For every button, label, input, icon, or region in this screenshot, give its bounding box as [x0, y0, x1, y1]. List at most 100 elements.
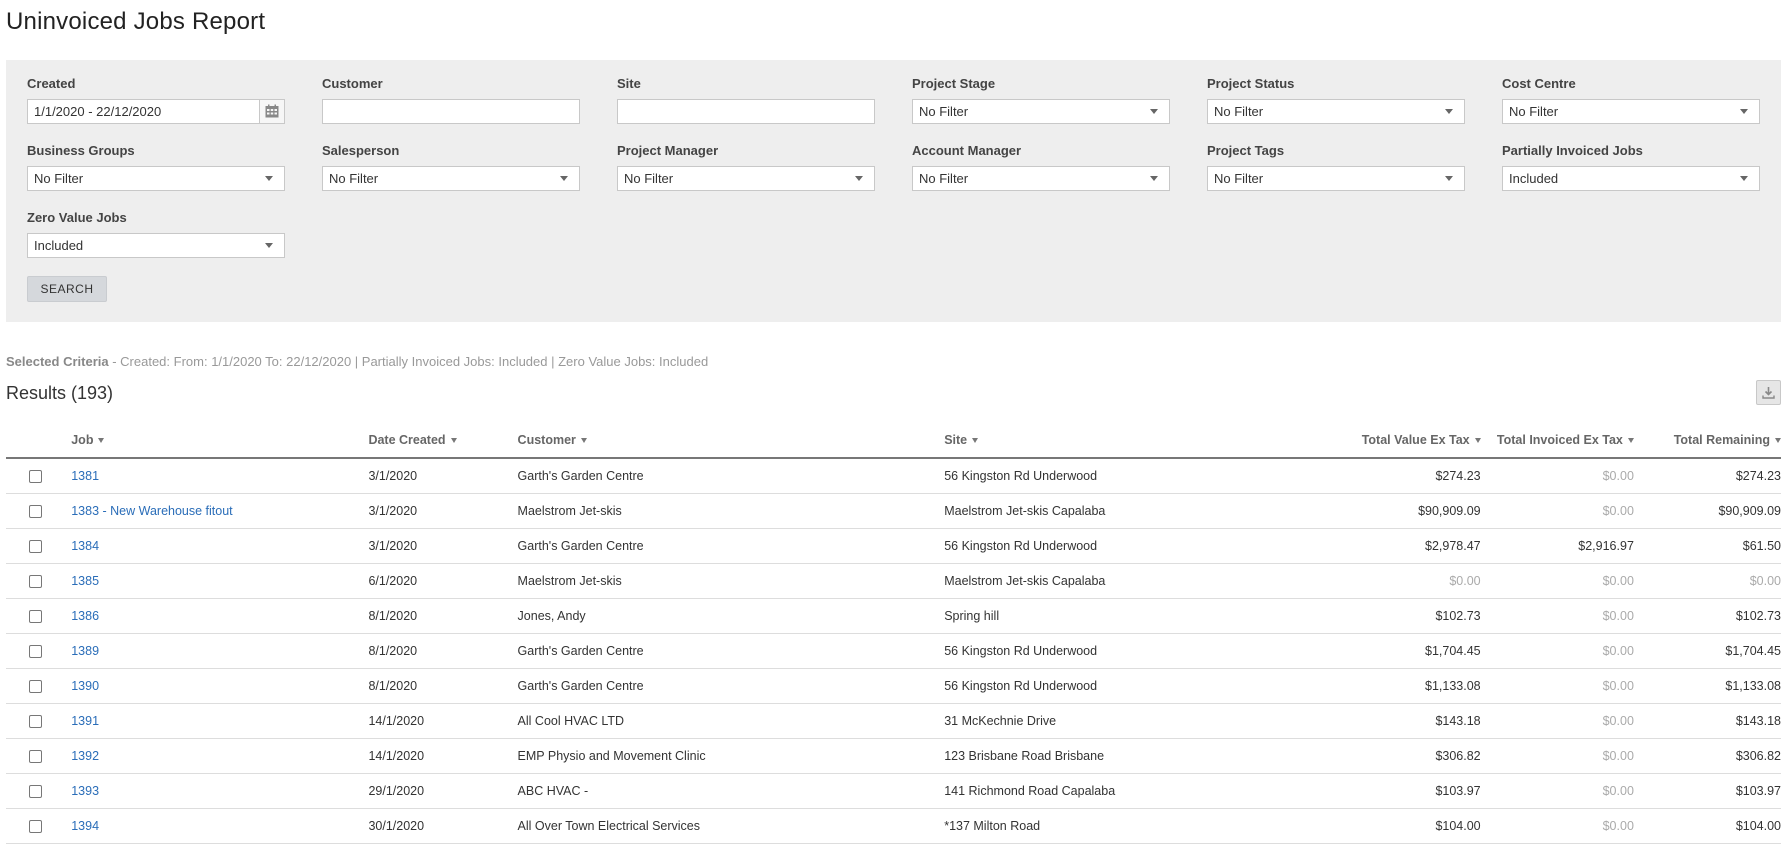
job-cell: 1385: [71, 563, 369, 599]
row-checkbox[interactable]: [29, 574, 42, 588]
site-cell: 56 Kingston Rd Underwood: [944, 633, 1286, 669]
row-checkbox[interactable]: [29, 609, 42, 623]
site-input[interactable]: [617, 99, 875, 124]
created-date-value: 1/1/2020 - 22/12/2020: [34, 104, 162, 119]
job-cell: 1390: [71, 668, 369, 704]
row-checkbox[interactable]: [29, 539, 42, 553]
created-field: Created 1/1/2020 - 22/12/2020: [27, 76, 285, 124]
project-status-value: No Filter: [1214, 104, 1264, 119]
created-date-input[interactable]: 1/1/2020 - 22/12/2020: [27, 99, 285, 124]
job-link[interactable]: 1381: [71, 469, 99, 483]
results-title: Results (193): [6, 383, 114, 403]
job-link[interactable]: 1392: [71, 749, 99, 763]
customer-cell: Garth's Garden Centre: [517, 633, 945, 669]
business-groups-select[interactable]: No Filter: [27, 166, 285, 191]
customer-column-header[interactable]: Customer: [517, 422, 945, 459]
project-status-select[interactable]: No Filter: [1207, 99, 1465, 124]
salesperson-value: No Filter: [329, 171, 379, 186]
customer-input[interactable]: [322, 99, 580, 124]
job-link[interactable]: 1394: [71, 819, 99, 833]
total-remaining-column-header[interactable]: Total Remaining: [1633, 422, 1781, 459]
cost-centre-select[interactable]: No Filter: [1502, 99, 1760, 124]
row-checkbox[interactable]: [29, 679, 42, 693]
job-link[interactable]: 1390: [71, 679, 99, 693]
total-value-header-label: Total Value Ex Tax: [1361, 432, 1470, 447]
project-stage-label: Project Stage: [912, 76, 996, 91]
zero-value-field: Zero Value Jobs Included: [27, 210, 285, 258]
total-remaining-cell: $103.97: [1633, 773, 1781, 809]
customer-cell: Garth's Garden Centre: [517, 528, 945, 564]
project-manager-label: Project Manager: [617, 143, 719, 158]
job-link[interactable]: 1383 - New Warehouse fitout: [71, 504, 232, 518]
account-manager-select[interactable]: No Filter: [912, 166, 1170, 191]
calendar-button[interactable]: [259, 100, 284, 123]
job-link[interactable]: 1389: [71, 644, 99, 658]
job-cell: 1392: [71, 738, 369, 774]
row-checkbox[interactable]: [29, 644, 42, 658]
job-cell: 1393: [71, 773, 369, 809]
salesperson-select[interactable]: No Filter: [322, 166, 580, 191]
site-column-header[interactable]: Site: [944, 422, 1286, 459]
customer-cell: Maelstrom Jet-skis: [517, 493, 945, 529]
sort-arrow-icon: [450, 437, 457, 443]
job-link[interactable]: 1385: [71, 574, 99, 588]
filter-panel: Created 1/1/2020 - 22/12/2020 Customer S…: [6, 60, 1781, 322]
table-row: 1389 8/1/2020 Garth's Garden Centre 56 King…: [6, 633, 1781, 669]
selected-criteria: Selected Criteria - Created: From: 1/1/2…: [6, 354, 708, 369]
results-table: Job Date Created Customer Site Total Val…: [6, 422, 1781, 844]
zero-value-select[interactable]: Included: [27, 233, 285, 258]
job-link[interactable]: 1393: [71, 784, 99, 798]
total-value-cell: $143.18: [1285, 703, 1481, 739]
project-manager-select[interactable]: No Filter: [617, 166, 875, 191]
row-select-cell: [6, 773, 72, 809]
results-body: 1381 3/1/2020 Garth's Garden Centre 56 King…: [6, 458, 1781, 844]
zero-value-value: Included: [34, 238, 84, 253]
chevron-down-icon: [265, 243, 273, 248]
select-column-header: [6, 422, 72, 459]
total-invoiced-column-header[interactable]: Total Invoiced Ex Tax: [1480, 422, 1634, 459]
salesperson-label: Salesperson: [322, 143, 400, 158]
project-tags-select[interactable]: No Filter: [1207, 166, 1465, 191]
job-cell: 1389: [71, 633, 369, 669]
partially-invoiced-select[interactable]: Included: [1502, 166, 1760, 191]
date-created-cell: 3/1/2020: [368, 458, 518, 494]
search-button[interactable]: SEARCH: [27, 276, 107, 302]
customer-header-label: Customer: [517, 432, 576, 447]
date-created-cell: 29/1/2020: [368, 773, 518, 809]
row-select-cell: [6, 458, 72, 494]
table-header-row: Job Date Created Customer Site Total Val…: [6, 422, 1781, 459]
chevron-down-icon: [1740, 109, 1748, 114]
date-created-cell: 14/1/2020: [368, 738, 518, 774]
job-column-header[interactable]: Job: [71, 422, 369, 459]
row-checkbox[interactable]: [29, 504, 42, 518]
site-cell: 56 Kingston Rd Underwood: [944, 458, 1286, 494]
job-link[interactable]: 1391: [71, 714, 99, 728]
zero-value-label: Zero Value Jobs: [27, 210, 127, 225]
project-stage-value: No Filter: [919, 104, 969, 119]
row-checkbox[interactable]: [29, 784, 42, 798]
project-stage-select[interactable]: No Filter: [912, 99, 1170, 124]
chevron-down-icon: [560, 176, 568, 181]
customer-label: Customer: [322, 76, 383, 91]
account-manager-value: No Filter: [919, 171, 969, 186]
project-tags-label: Project Tags: [1207, 143, 1285, 158]
salesperson-field: Salesperson No Filter: [322, 143, 580, 191]
total-invoiced-cell: $0.00: [1480, 563, 1634, 599]
table-row: 1386 8/1/2020 Jones, Andy Spring hill $102.7…: [6, 598, 1781, 634]
site-cell: 31 McKechnie Drive: [944, 703, 1286, 739]
row-checkbox[interactable]: [29, 819, 42, 833]
row-checkbox[interactable]: [29, 749, 42, 763]
job-link[interactable]: 1384: [71, 539, 99, 553]
row-checkbox[interactable]: [29, 469, 42, 483]
total-value-column-header[interactable]: Total Value Ex Tax: [1285, 422, 1481, 459]
job-link[interactable]: 1386: [71, 609, 99, 623]
row-checkbox[interactable]: [29, 714, 42, 728]
customer-cell: Garth's Garden Centre: [517, 458, 945, 494]
customer-cell: EMP Physio and Movement Clinic: [517, 738, 945, 774]
site-cell: 123 Brisbane Road Brisbane: [944, 738, 1286, 774]
date-created-column-header[interactable]: Date Created: [368, 422, 518, 459]
download-button[interactable]: [1756, 380, 1781, 405]
table-row: 1391 14/1/2020 All Cool HVAC LTD 31 McKechn…: [6, 703, 1781, 739]
date-created-cell: 3/1/2020: [368, 528, 518, 564]
date-created-header-label: Date Created: [368, 432, 446, 447]
